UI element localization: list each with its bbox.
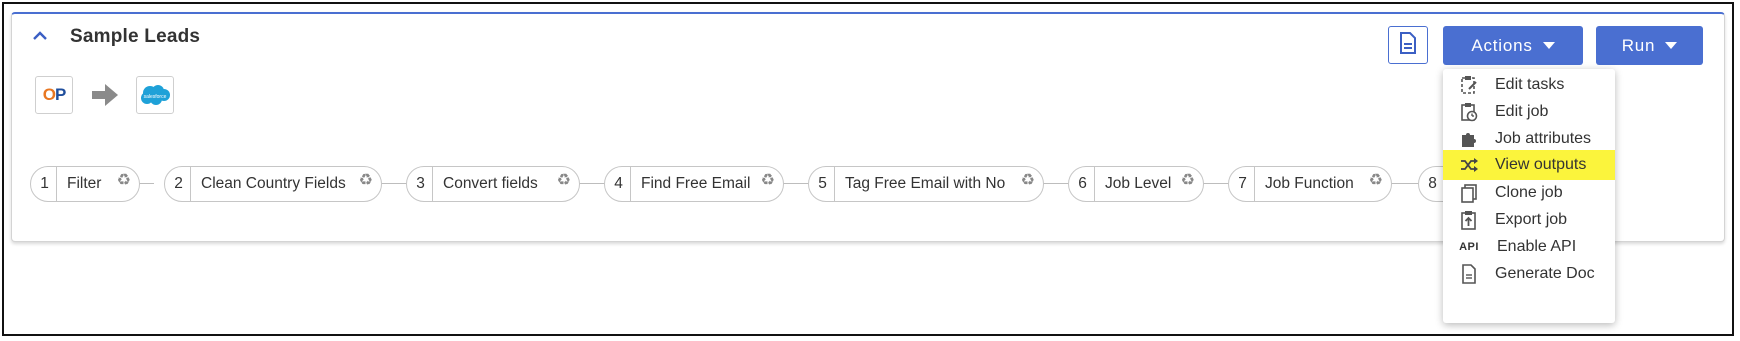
- pipeline-step-2[interactable]: 2 Clean Country Fields ♻: [164, 166, 382, 202]
- step-number: 2: [165, 167, 191, 201]
- pipeline-step-7[interactable]: 7 Job Function ♻: [1228, 166, 1392, 202]
- recycle-icon[interactable]: ♻: [761, 170, 775, 190]
- step-number: 3: [407, 167, 433, 201]
- actions-button-label: Actions: [1471, 35, 1533, 55]
- collapse-chevron-icon[interactable]: [30, 26, 50, 46]
- menu-item-label: Job attributes: [1495, 130, 1592, 147]
- menu-item-clone-job[interactable]: Clone job: [1443, 178, 1615, 208]
- svg-text:salesforce: salesforce: [144, 94, 167, 100]
- menu-item-label: Clone job: [1495, 184, 1563, 201]
- menu-item-label: Edit job: [1495, 103, 1549, 120]
- recycle-icon[interactable]: ♻: [1181, 170, 1195, 190]
- document-icon: [1399, 31, 1417, 59]
- actions-button[interactable]: Actions: [1443, 26, 1583, 65]
- edit-job-icon: [1459, 102, 1479, 122]
- pipeline-step-5[interactable]: 5 Tag Free Email with No ♻: [808, 166, 1044, 202]
- pipeline-step-1[interactable]: 1 Filter ♻: [30, 166, 140, 202]
- recycle-icon[interactable]: ♻: [117, 170, 131, 190]
- step-label: Tag Free Email with No: [845, 175, 1006, 192]
- menu-item-label: Edit tasks: [1495, 76, 1565, 93]
- salesforce-logo-icon: salesforce: [136, 76, 174, 114]
- arrow-right-icon: [92, 84, 118, 111]
- caret-down-icon: [1665, 42, 1678, 49]
- recycle-icon[interactable]: ♻: [359, 170, 373, 190]
- recycle-icon[interactable]: ♻: [1021, 170, 1035, 190]
- step-connector: [380, 183, 408, 184]
- step-number: 5: [809, 167, 835, 201]
- recycle-icon[interactable]: ♻: [557, 170, 571, 190]
- menu-item-generate-doc[interactable]: Generate Doc: [1443, 259, 1615, 289]
- step-number: 4: [605, 167, 631, 201]
- caret-down-icon: [1542, 42, 1555, 49]
- puzzle-icon: [1459, 129, 1479, 149]
- step-connector: [1042, 183, 1070, 184]
- step-connector: [578, 183, 606, 184]
- menu-item-edit-tasks[interactable]: Edit tasks: [1443, 70, 1615, 100]
- shuffle-icon: [1459, 155, 1479, 175]
- menu-item-view-outputs[interactable]: View outputs: [1443, 150, 1615, 180]
- export-icon: [1459, 210, 1479, 230]
- document-button[interactable]: [1388, 26, 1428, 64]
- menu-item-edit-job[interactable]: Edit job: [1443, 97, 1615, 127]
- menu-item-export-job[interactable]: Export job: [1443, 205, 1615, 235]
- step-label: Clean Country Fields: [201, 175, 346, 192]
- op-logo-icon: OP: [35, 76, 73, 114]
- run-button[interactable]: Run: [1596, 26, 1703, 65]
- run-button-label: Run: [1621, 35, 1656, 55]
- menu-item-label: Generate Doc: [1495, 265, 1595, 282]
- api-icon: API: [1459, 241, 1479, 253]
- task-pipeline: 1 Filter ♻ 2 Clean Country Fields ♻ 3 Co…: [30, 166, 1478, 202]
- generate-doc-icon: [1459, 264, 1479, 284]
- menu-item-enable-api[interactable]: API Enable API: [1443, 232, 1615, 262]
- clone-icon: [1459, 183, 1479, 203]
- step-connector: [782, 183, 810, 184]
- pipeline-step-3[interactable]: 3 Convert fields ♻: [406, 166, 580, 202]
- menu-item-label: View outputs: [1495, 156, 1587, 173]
- step-number: 1: [31, 167, 57, 201]
- step-number: 6: [1069, 167, 1095, 201]
- step-connector: [1202, 183, 1230, 184]
- step-connector: [1390, 183, 1420, 184]
- step-number: 7: [1229, 167, 1255, 201]
- menu-item-label: Enable API: [1497, 238, 1577, 255]
- edit-tasks-icon: [1459, 75, 1479, 95]
- step-number: 8: [1419, 167, 1445, 201]
- pipeline-step-6[interactable]: 6 Job Level ♻: [1068, 166, 1204, 202]
- recycle-icon[interactable]: ♻: [1369, 170, 1383, 190]
- actions-dropdown-menu: Edit tasks Edit job Job attributes View …: [1443, 69, 1615, 323]
- job-title: Sample Leads: [70, 26, 201, 47]
- pipeline-step-4[interactable]: 4 Find Free Email ♻: [604, 166, 784, 202]
- menu-item-label: Export job: [1495, 211, 1568, 228]
